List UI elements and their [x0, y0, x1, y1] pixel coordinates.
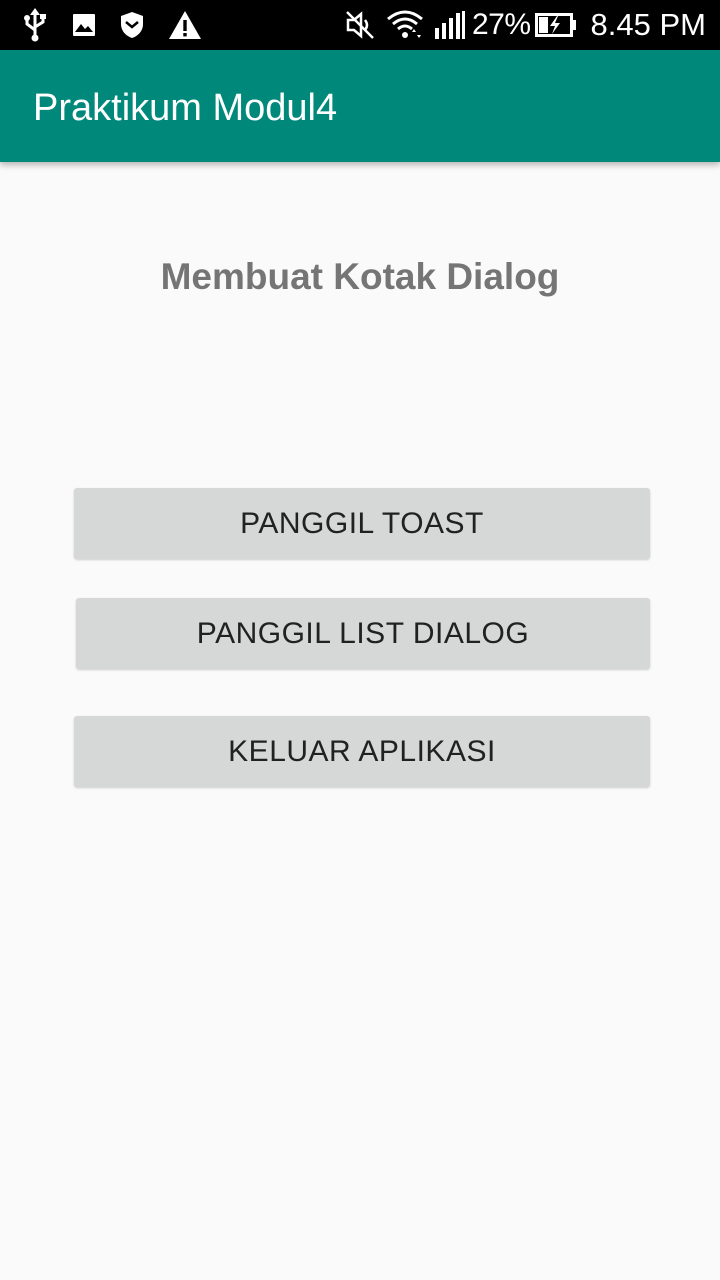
signal-icon — [434, 0, 466, 50]
panggil-list-dialog-button[interactable]: PANGGIL LIST DIALOG — [76, 598, 650, 669]
status-bar: 27% 8.45 PM — [0, 0, 720, 50]
app-title: Praktikum Modul4 — [33, 87, 338, 129]
image-icon — [72, 0, 96, 50]
app-bar: Praktikum Modul4 — [0, 50, 720, 162]
status-left-icons — [22, 0, 226, 50]
status-right-icons: 27% 8.45 PM — [334, 0, 706, 50]
battery-icon — [534, 0, 577, 50]
keluar-aplikasi-button[interactable]: KELUAR APLIKASI — [74, 716, 650, 787]
usb-icon — [22, 0, 48, 50]
panggil-toast-button[interactable]: PANGGIL TOAST — [74, 488, 650, 559]
mute-icon — [344, 0, 376, 50]
warning-icon — [168, 0, 202, 50]
clock: 8.45 PM — [590, 7, 706, 42]
shield-icon — [120, 0, 144, 50]
battery-percent: 27% — [472, 8, 531, 41]
page-heading: Membuat Kotak Dialog — [160, 256, 560, 297]
wifi-icon — [386, 0, 424, 50]
